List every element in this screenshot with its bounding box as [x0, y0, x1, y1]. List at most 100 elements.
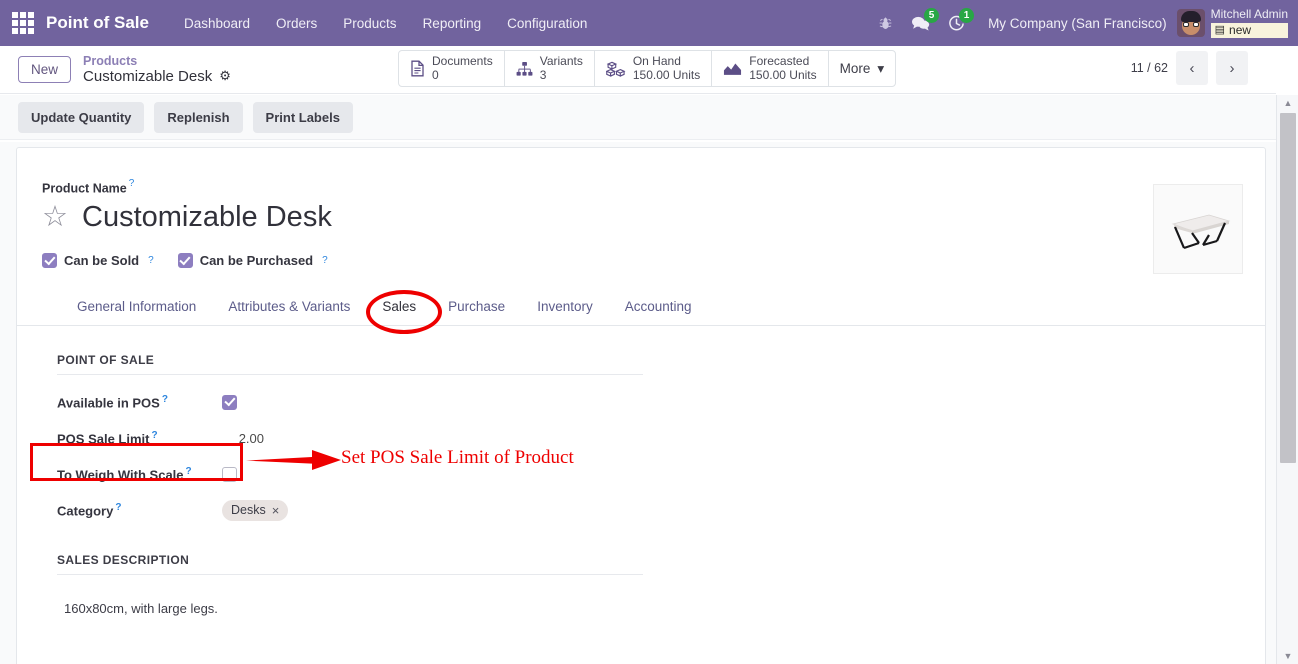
close-icon[interactable]: ×: [272, 503, 280, 518]
product-title-group: Product Name? ☆ Customizable Desk: [17, 148, 1265, 234]
pager-previous-button[interactable]: ‹: [1176, 51, 1208, 85]
tab-attributes-variants[interactable]: Attributes & Variants: [212, 299, 366, 325]
breadcrumb-parent-products[interactable]: Products: [83, 54, 231, 68]
page-title[interactable]: Customizable Desk: [82, 201, 332, 234]
smart-button-on-hand[interactable]: On Hand 150.00 Units: [595, 51, 713, 86]
menu-item-orders[interactable]: Orders: [263, 10, 330, 37]
star-outline-icon[interactable]: ☆: [42, 203, 68, 232]
smart-button-forecasted-value: 150.00 Units: [749, 67, 817, 82]
to-weigh-with-scale-label: To Weigh With Scale?: [57, 466, 222, 482]
smart-button-documents-text: Documents 0: [432, 54, 493, 82]
smart-button-variants-value: 3: [539, 67, 547, 82]
user-menu[interactable]: Mitchell Admin ▤ new: [1176, 8, 1288, 38]
tab-accounting[interactable]: Accounting: [609, 299, 708, 325]
chevron-right-icon: ›: [1229, 59, 1235, 77]
menu-item-products[interactable]: Products: [330, 10, 409, 37]
scroll-up-arrow-icon[interactable]: ▲: [1277, 95, 1298, 111]
can-be-sold-label: Can be Sold: [64, 253, 140, 269]
sales-description-text[interactable]: 160x80cm, with large legs.: [64, 601, 1265, 616]
activities-count-badge: 1: [959, 7, 975, 23]
category-label-text: Category: [57, 503, 114, 519]
desk-product-image[interactable]: [1153, 184, 1243, 274]
menu-item-configuration[interactable]: Configuration: [494, 10, 600, 37]
field-category: Category? Desks ×: [57, 492, 643, 528]
can-be-purchased-label: Can be Purchased: [199, 253, 314, 269]
pos-sale-limit-label-text: POS Sale Limit: [57, 431, 150, 447]
control-panel: New Products Customizable Desk ⚙ Documen…: [0, 46, 1276, 94]
company-selector[interactable]: My Company (San Francisco): [988, 16, 1167, 31]
section-title-point-of-sale: POINT OF SALE: [57, 353, 643, 376]
tab-general-information[interactable]: General Information: [61, 299, 212, 325]
apps-grid-icon[interactable]: [12, 12, 34, 34]
menu-item-dashboard[interactable]: Dashboard: [171, 10, 263, 37]
product-title-line: ☆ Customizable Desk: [42, 201, 1265, 234]
smart-button-on-hand-label: On Hand: [632, 54, 681, 69]
can-be-purchased-checkbox[interactable]: [177, 253, 193, 269]
avatar: [1176, 9, 1205, 37]
replenish-button[interactable]: Replenish: [154, 101, 243, 133]
vertical-scrollbar[interactable]: ▲ ▼: [1276, 95, 1298, 664]
smart-button-group: Documents 0 Variants 3 On Hand 150.00 Un…: [398, 50, 897, 87]
pager-next-button[interactable]: ›: [1216, 51, 1248, 85]
bug-icon[interactable]: [878, 16, 893, 31]
smart-button-variants[interactable]: Variants 3: [505, 51, 595, 86]
top-navbar: Point of Sale Dashboard Orders Products …: [0, 0, 1298, 46]
user-status-tag: ▤ new: [1210, 23, 1288, 38]
can-be-sold-checkbox[interactable]: [42, 253, 57, 269]
field-to-weigh-with-scale: To Weigh With Scale?: [57, 456, 643, 492]
smart-button-variants-text: Variants 3: [539, 54, 583, 82]
product-name-label: Product Name: [42, 181, 127, 196]
smart-button-on-hand-text: On Hand 150.00 Units: [632, 54, 701, 82]
smart-button-on-hand-value: 150.00 Units: [632, 67, 701, 82]
to-weigh-with-scale-checkbox[interactable]: [222, 466, 237, 482]
help-icon-category[interactable]: ?: [115, 502, 121, 513]
gear-icon[interactable]: ⚙: [219, 68, 231, 84]
document-icon: [410, 60, 425, 77]
tab-sales[interactable]: Sales: [366, 299, 432, 325]
help-icon-can-be-sold[interactable]: ?: [148, 255, 154, 266]
boxes-icon: [605, 61, 626, 77]
pos-sale-limit-label: POS Sale Limit?: [57, 430, 222, 446]
app-brand-point-of-sale[interactable]: Point of Sale: [46, 13, 149, 33]
menu-item-reporting[interactable]: Reporting: [410, 10, 495, 37]
to-weigh-with-scale-label-text: To Weigh With Scale: [57, 467, 184, 483]
new-button[interactable]: New: [18, 56, 72, 83]
pager-counter: 11 / 62: [1130, 61, 1168, 75]
print-labels-button[interactable]: Print Labels: [252, 101, 353, 133]
help-icon-product-name[interactable]: ?: [129, 178, 135, 189]
user-name-block: Mitchell Admin ▤ new: [1210, 8, 1288, 38]
tab-inventory[interactable]: Inventory: [521, 299, 609, 325]
product-flags-row: Can be Sold ? Can be Purchased ?: [42, 253, 1265, 269]
help-icon-available-in-pos[interactable]: ?: [162, 394, 168, 405]
activities-clock-icon[interactable]: 1: [948, 7, 975, 32]
pos-sale-limit-input[interactable]: 2.00: [222, 431, 264, 446]
app-root: Point of Sale Dashboard Orders Products …: [0, 0, 1298, 664]
update-quantity-button[interactable]: Update Quantity: [18, 101, 145, 133]
breadcrumb-current-label: Customizable Desk: [83, 68, 213, 86]
scrollbar-thumb[interactable]: [1280, 113, 1296, 463]
available-in-pos-label: Available in POS?: [57, 394, 222, 410]
help-icon-pos-sale-limit[interactable]: ?: [151, 430, 157, 441]
can-be-purchased-field: Can be Purchased ?: [177, 253, 328, 269]
scroll-down-arrow-icon[interactable]: ▼: [1277, 648, 1298, 664]
available-in-pos-checkbox[interactable]: [222, 394, 237, 410]
smart-button-forecasted[interactable]: Forecasted 150.00 Units: [712, 51, 829, 86]
tab-purchase[interactable]: Purchase: [432, 299, 521, 325]
action-button-bar: Update Quantity Replenish Print Labels: [0, 95, 1276, 140]
help-icon-can-be-purchased[interactable]: ?: [322, 255, 328, 266]
smart-button-variants-label: Variants: [539, 54, 583, 69]
pager: 11 / 62 ‹ ›: [1131, 51, 1248, 85]
smart-button-documents-value: 0: [432, 67, 439, 82]
chevron-left-icon: ‹: [1189, 59, 1195, 77]
category-tag-desks[interactable]: Desks ×: [222, 499, 289, 521]
smart-button-documents[interactable]: Documents 0: [399, 51, 505, 86]
help-icon-to-weigh[interactable]: ?: [186, 466, 192, 477]
field-pos-sale-limit: POS Sale Limit? 2.00: [57, 420, 643, 456]
messages-icon[interactable]: 5: [911, 7, 940, 32]
can-be-sold-field: Can be Sold ?: [42, 253, 154, 269]
field-available-in-pos: Available in POS?: [57, 384, 643, 420]
smart-button-more[interactable]: More ▾: [829, 51, 896, 86]
notebook-tabs: General Information Attributes & Variant…: [17, 290, 1265, 327]
smart-button-forecasted-label: Forecasted: [749, 54, 810, 69]
smart-button-forecasted-text: Forecasted 150.00 Units: [749, 54, 817, 82]
